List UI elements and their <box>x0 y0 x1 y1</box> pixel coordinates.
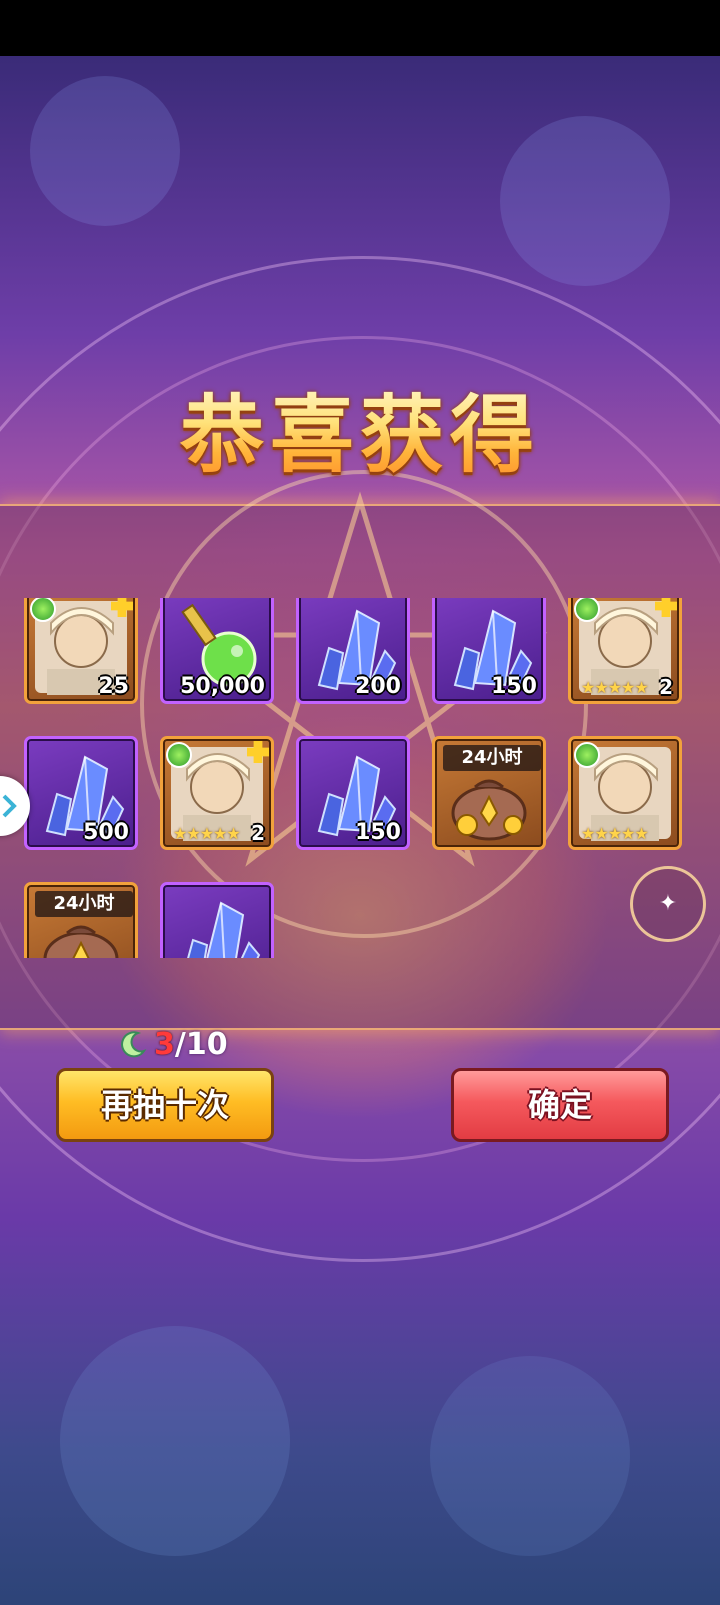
reward-item-gold-bag[interactable]: 24小时 <box>432 736 546 850</box>
scroll-arrow-icon[interactable] <box>0 776 30 836</box>
duration-tag: 24小时 <box>443 745 541 771</box>
item-quantity: 2 <box>251 821 265 845</box>
reward-item-crystal[interactable] <box>160 882 274 958</box>
reward-item-hero-fragment[interactable]: 25 <box>24 598 138 704</box>
item-quantity: 500 <box>83 820 129 845</box>
item-quantity: 150 <box>491 674 537 699</box>
element-badge-icon <box>166 742 192 768</box>
duration-tag: 24小时 <box>35 891 133 917</box>
reward-item-crystal[interactable]: 500 <box>24 736 138 850</box>
moon-icon <box>121 1031 147 1058</box>
reward-item-hero[interactable]: ★★★★★ <box>568 736 682 850</box>
reward-item-gold-bag[interactable]: 24小时 <box>24 882 138 958</box>
reward-item-exp-potion[interactable]: 50,000 <box>160 598 274 704</box>
reward-grid[interactable]: 25 50,000 200 150 ★★★★★ 2 500 ★★★★★ 2 150 24小时 ★★★★… <box>0 598 720 958</box>
star-rating: ★★★★★ <box>173 824 241 843</box>
reward-item-crystal[interactable]: 150 <box>296 736 410 850</box>
status-bar <box>0 0 720 56</box>
crystal-icon <box>187 901 261 958</box>
confirm-button[interactable]: 确定 <box>451 1068 669 1142</box>
star-rating: ★★★★★ <box>581 824 649 843</box>
item-quantity: 200 <box>355 674 401 699</box>
element-badge-icon <box>574 742 600 768</box>
reward-item-hero-fragment[interactable]: ★★★★★ 2 <box>160 736 274 850</box>
draw-again-button[interactable]: 再抽十次 <box>56 1068 274 1142</box>
draw-counter: 3/10 <box>118 1024 228 1064</box>
page-title: 恭喜获得 <box>0 368 720 489</box>
counter-used: 3 <box>154 1026 175 1062</box>
reward-item-crystal[interactable]: 150 <box>432 598 546 704</box>
item-quantity: 50,000 <box>180 674 265 699</box>
sparkle-button[interactable]: ✦ <box>630 866 706 942</box>
item-quantity: 25 <box>98 674 129 699</box>
item-quantity: 2 <box>659 675 673 699</box>
reward-item-hero-fragment[interactable]: ★★★★★ 2 <box>568 598 682 704</box>
counter-total: /10 <box>174 1026 228 1062</box>
reward-item-crystal[interactable]: 200 <box>296 598 410 704</box>
item-quantity: 150 <box>355 820 401 845</box>
star-rating: ★★★★★ <box>581 678 649 697</box>
